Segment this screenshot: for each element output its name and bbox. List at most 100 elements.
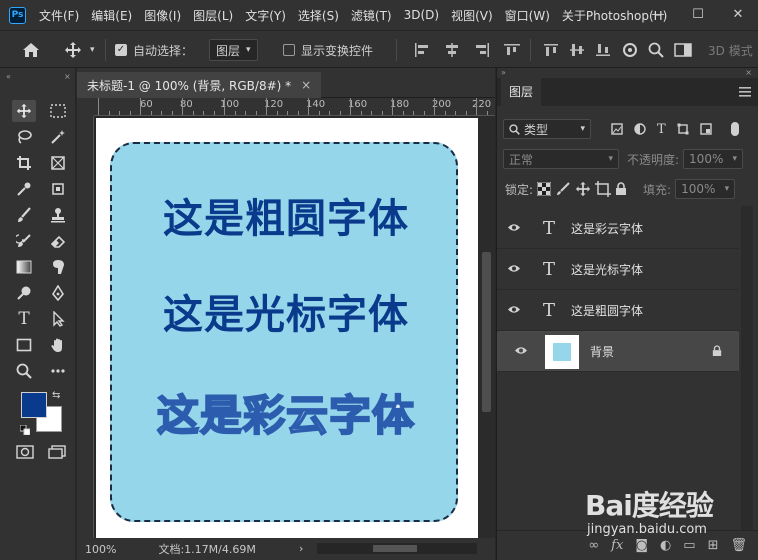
status-menu-chevron-icon[interactable]: › bbox=[299, 542, 303, 555]
align-left-icon[interactable] bbox=[414, 43, 430, 57]
screen-mode-icon[interactable] bbox=[48, 445, 66, 462]
canvas-text-cloud[interactable]: 这是彩云字体 bbox=[112, 382, 460, 443]
canvas-text-cursor[interactable]: 这是光标字体 bbox=[112, 282, 460, 340]
stamp-tool-icon[interactable] bbox=[46, 204, 70, 226]
move-tool-icon[interactable] bbox=[12, 100, 36, 122]
rectangle-tool-icon[interactable] bbox=[12, 334, 36, 356]
blend-mode-select[interactable]: 正常 ▾ bbox=[503, 149, 619, 169]
default-colors-icon[interactable] bbox=[19, 424, 31, 438]
tab-layers[interactable]: 图层 bbox=[501, 78, 541, 106]
horizontal-scrollbar-thumb[interactable] bbox=[373, 545, 417, 552]
frame-tool-icon[interactable] bbox=[46, 152, 70, 174]
smudge-tool-icon[interactable] bbox=[46, 256, 70, 278]
close-window-button[interactable]: ✕ bbox=[718, 0, 758, 30]
path-selection-tool-icon[interactable] bbox=[46, 308, 70, 330]
distribute-top-icon[interactable] bbox=[544, 43, 558, 57]
lock-all-icon[interactable] bbox=[615, 182, 627, 196]
vertical-ruler[interactable] bbox=[77, 116, 94, 538]
brush-tool-icon[interactable] bbox=[12, 204, 36, 226]
horizontal-scrollbar[interactable] bbox=[317, 543, 477, 554]
menu-select[interactable]: 选择(S) bbox=[298, 7, 339, 24]
eraser-tool-icon[interactable] bbox=[46, 230, 70, 252]
eyedropper-tool-icon[interactable] bbox=[12, 178, 36, 200]
filter-type-icon[interactable]: T bbox=[657, 122, 666, 137]
lock-transparent-icon[interactable] bbox=[537, 182, 552, 196]
history-brush-tool-icon[interactable] bbox=[12, 230, 36, 252]
type-tool-icon[interactable]: T bbox=[12, 308, 36, 330]
home-icon[interactable] bbox=[22, 31, 40, 69]
filter-toggle-icon[interactable] bbox=[730, 122, 739, 136]
swap-colors-icon[interactable]: ⇆ bbox=[52, 390, 60, 401]
layer-row[interactable]: T 这是粗圆字体 bbox=[497, 290, 739, 331]
canvas-area[interactable]: 这是粗圆字体 这是光标字体 这是彩云字体 bbox=[94, 116, 495, 538]
lock-icon[interactable] bbox=[712, 345, 722, 360]
layer-row[interactable]: T 这是彩云字体 bbox=[497, 208, 739, 249]
lasso-tool-icon[interactable] bbox=[12, 126, 36, 148]
fill-field[interactable]: 100% ▾ bbox=[675, 179, 736, 199]
magic-wand-tool-icon[interactable] bbox=[46, 126, 70, 148]
menu-3d[interactable]: 3D(D) bbox=[404, 8, 439, 22]
rounded-rectangle-shape[interactable]: 这是粗圆字体 这是光标字体 这是彩云字体 bbox=[110, 142, 458, 522]
eye-icon[interactable] bbox=[497, 221, 531, 236]
menu-image[interactable]: 图像(I) bbox=[144, 7, 181, 24]
minimize-button[interactable]: — bbox=[638, 0, 678, 30]
zoom-tool-icon[interactable] bbox=[12, 360, 36, 382]
auto-select-checkbox[interactable]: ✓ bbox=[115, 44, 127, 56]
pen-tool-icon[interactable] bbox=[46, 282, 70, 304]
doc-info[interactable]: 文档:1.17M/4.69M bbox=[158, 541, 255, 557]
vertical-scrollbar-thumb[interactable] bbox=[482, 252, 491, 412]
eye-icon[interactable] bbox=[497, 303, 531, 318]
lock-artboard-icon[interactable] bbox=[595, 181, 612, 197]
filter-adjustment-icon[interactable] bbox=[634, 123, 646, 135]
layer-name[interactable]: 背景 bbox=[590, 343, 614, 360]
expand-panel-icon[interactable]: » bbox=[501, 68, 506, 77]
more-tools-icon[interactable] bbox=[46, 360, 70, 382]
menu-view[interactable]: 视图(V) bbox=[451, 7, 493, 24]
layer-row[interactable]: T 这是光标字体 bbox=[497, 249, 739, 290]
menu-edit[interactable]: 编辑(E) bbox=[91, 7, 132, 24]
workspace-icon[interactable] bbox=[674, 43, 692, 57]
show-transform-checkbox[interactable] bbox=[283, 44, 295, 56]
lock-position-icon[interactable] bbox=[575, 181, 591, 197]
document-tab[interactable]: 未标题-1 @ 100% (背景, RGB/8#) * × bbox=[77, 72, 322, 98]
layer-name[interactable]: 这是彩云字体 bbox=[571, 220, 643, 237]
collapse-icon[interactable]: « bbox=[6, 72, 11, 81]
move-tool-icon[interactable] bbox=[64, 31, 82, 69]
layer-name[interactable]: 这是粗圆字体 bbox=[571, 302, 643, 319]
layer-row-selected[interactable]: 背景 bbox=[497, 331, 739, 372]
align-center-icon[interactable] bbox=[444, 43, 460, 57]
tool-preset-chevron-icon[interactable]: ▾ bbox=[90, 31, 95, 69]
filter-shape-icon[interactable] bbox=[677, 123, 689, 135]
eye-icon[interactable] bbox=[504, 344, 538, 359]
hand-tool-icon[interactable] bbox=[46, 334, 70, 356]
maximize-button[interactable]: ☐ bbox=[678, 0, 718, 30]
layer-name[interactable]: 这是光标字体 bbox=[571, 261, 643, 278]
menu-type[interactable]: 文字(Y) bbox=[245, 7, 286, 24]
distribute-bottom-icon[interactable] bbox=[596, 43, 610, 57]
close-tab-icon[interactable]: × bbox=[301, 78, 311, 92]
search-icon[interactable] bbox=[648, 42, 664, 58]
distribute-middle-icon[interactable] bbox=[570, 43, 584, 57]
auto-select-option[interactable]: ✓ 自动选择： bbox=[115, 31, 193, 69]
rotate-3d-icon[interactable] bbox=[622, 42, 638, 58]
document-canvas[interactable]: 这是粗圆字体 这是光标字体 这是彩云字体 bbox=[96, 118, 479, 538]
panel-menu-icon[interactable] bbox=[739, 86, 751, 100]
filter-pixel-icon[interactable] bbox=[611, 123, 623, 135]
show-transform-option[interactable]: 显示变换控件 bbox=[283, 31, 373, 69]
eye-icon[interactable] bbox=[497, 262, 531, 277]
canvas-text-round[interactable]: 这是粗圆字体 bbox=[112, 186, 460, 244]
dodge-tool-icon[interactable] bbox=[12, 282, 36, 304]
spot-healing-tool-icon[interactable] bbox=[46, 178, 70, 200]
layer-filter-select[interactable]: 类型 ▾ bbox=[503, 119, 591, 139]
filter-smart-object-icon[interactable] bbox=[699, 123, 712, 135]
lock-pixels-icon[interactable] bbox=[555, 182, 571, 196]
menu-filter[interactable]: 滤镜(T) bbox=[351, 7, 392, 24]
gradient-tool-icon[interactable] bbox=[12, 256, 36, 278]
quick-mask-icon[interactable] bbox=[16, 445, 34, 462]
close-panel-icon[interactable]: × bbox=[64, 72, 71, 81]
zoom-level[interactable]: 100% bbox=[85, 543, 116, 556]
menu-file[interactable]: 文件(F) bbox=[39, 7, 79, 24]
menu-window[interactable]: 窗口(W) bbox=[505, 7, 550, 24]
opacity-field[interactable]: 100% ▾ bbox=[683, 149, 744, 169]
auto-select-target-select[interactable]: 图层 ▾ bbox=[209, 31, 258, 69]
